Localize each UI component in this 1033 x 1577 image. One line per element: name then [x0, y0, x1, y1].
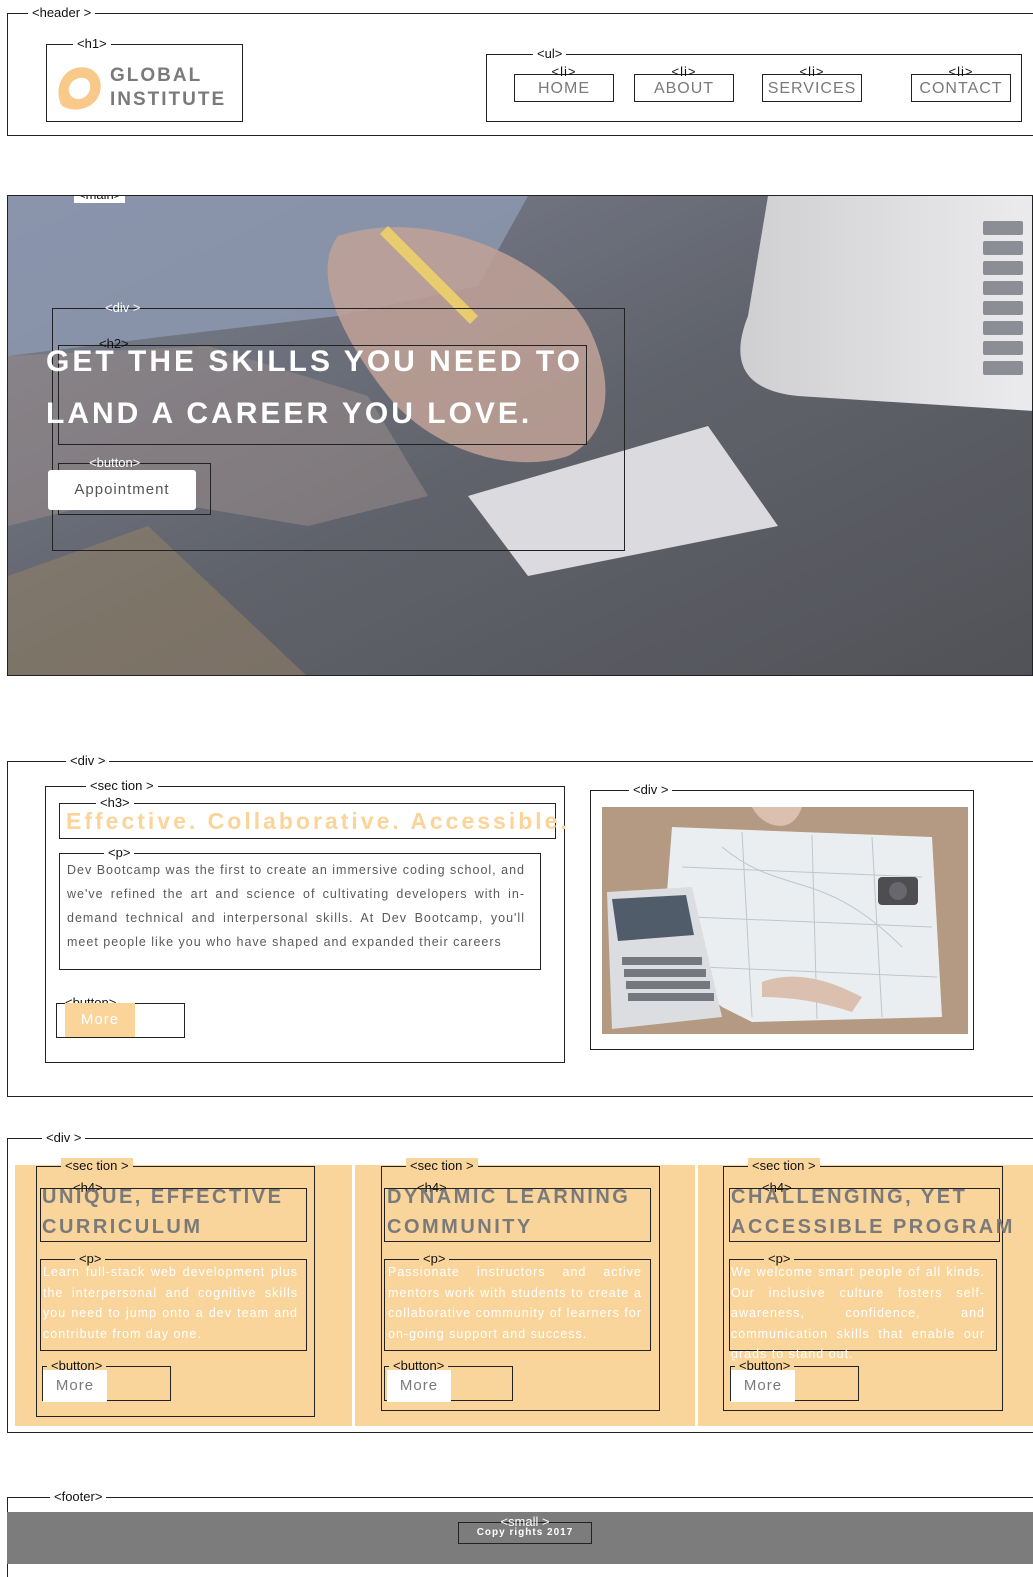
div-tag: <div >	[629, 782, 673, 798]
li-tag: <li>	[948, 64, 974, 79]
nav-label-about: ABOUT	[653, 80, 715, 97]
feature-title-line-1: DYNAMIC LEARNING	[387, 1186, 631, 1208]
footer-tag: <footer>	[50, 1489, 107, 1505]
feature-title-line-2: COMMUNITY	[387, 1216, 533, 1238]
div-tag: <div >	[105, 300, 141, 315]
nav-label-home: HOME	[538, 80, 590, 97]
feature-more-button[interactable]: More	[43, 1370, 107, 1402]
feature-title-line-1: UNIQUE, EFFECTIVE	[42, 1186, 284, 1208]
nav-label-contact: CONTACT	[919, 80, 1003, 97]
section-tag: <sec tion >	[406, 1158, 478, 1174]
section-tag: <sec tion >	[86, 778, 158, 794]
section-tag: <sec tion >	[61, 1158, 133, 1174]
small-outline: <small > Copy rights 2017	[458, 1514, 592, 1544]
nav-label-services: SERVICES	[767, 80, 857, 97]
feature-text: Learn full-stack web development plus th…	[43, 1265, 298, 1341]
feature-more-button[interactable]: More	[387, 1370, 451, 1402]
li-tag: <li>	[799, 64, 825, 79]
feature-text: We welcome smart people of all kinds. Ou…	[731, 1265, 985, 1361]
nav-item-about[interactable]: <li> ABOUT	[634, 65, 734, 102]
button-tag: <button>	[89, 455, 141, 470]
feature-more-button[interactable]: More	[731, 1370, 795, 1402]
feature-title-line-2: CURRICULUM	[42, 1216, 203, 1238]
feature-divider-2	[695, 1165, 698, 1426]
feature-text: Passionate instructors and active mentor…	[388, 1265, 642, 1341]
intro-paragraph: Dev Bootcamp was the first to create an …	[67, 863, 525, 949]
map-laptop-photo	[602, 807, 968, 1034]
section-tag: <sec tion >	[748, 1158, 820, 1174]
hero-heading-line-1: GET THE SKILLS YOU NEED TO	[46, 345, 583, 378]
feature-title-line-2: ACCESSIBLE PROGRAM	[731, 1216, 1015, 1238]
feature-title-line-1: CHALLENGING, YET	[731, 1186, 968, 1208]
nav-item-home[interactable]: <li> HOME	[514, 65, 614, 102]
feature-title: CHALLENGING, YET ACCESSIBLE PROGRAM	[731, 1182, 1015, 1242]
ul-tag: <ul>	[533, 46, 567, 62]
nav-item-contact[interactable]: <li> CONTACT	[911, 65, 1011, 102]
intro-more-button[interactable]: More	[65, 1003, 135, 1037]
div-tag: <div >	[42, 1130, 86, 1146]
copyright-text: Copy rights 2017	[476, 1527, 574, 1538]
logo-ring-icon	[58, 67, 101, 110]
li-tag: <li>	[671, 64, 697, 79]
hero-heading: GET THE SKILLS YOU NEED TO LAND A CAREER…	[46, 336, 646, 440]
logo-line-2: INSTITUTE	[110, 89, 227, 110]
hero-heading-line-2: LAND A CAREER YOU LOVE.	[46, 397, 533, 430]
feature-divider-1	[352, 1165, 355, 1426]
header-tag: <header >	[28, 5, 96, 21]
feature-title: UNIQUE, EFFECTIVE CURRICULUM	[42, 1182, 283, 1242]
li-tag: <li>	[551, 64, 577, 79]
div-tag: <div >	[66, 753, 110, 769]
nav-item-services[interactable]: <li> SERVICES	[762, 65, 862, 102]
logo-line-1: GLOBAL	[110, 65, 203, 86]
appointment-button[interactable]: Appointment	[48, 470, 196, 510]
h1-tag: <h1>	[73, 36, 111, 52]
intro-heading: Effective. Collaborative. Accessible.	[66, 808, 570, 834]
feature-title: DYNAMIC LEARNING COMMUNITY	[387, 1182, 630, 1242]
main-tag: <main>	[74, 196, 126, 203]
logo-text[interactable]: GLOBAL INSTITUTE	[110, 64, 226, 112]
